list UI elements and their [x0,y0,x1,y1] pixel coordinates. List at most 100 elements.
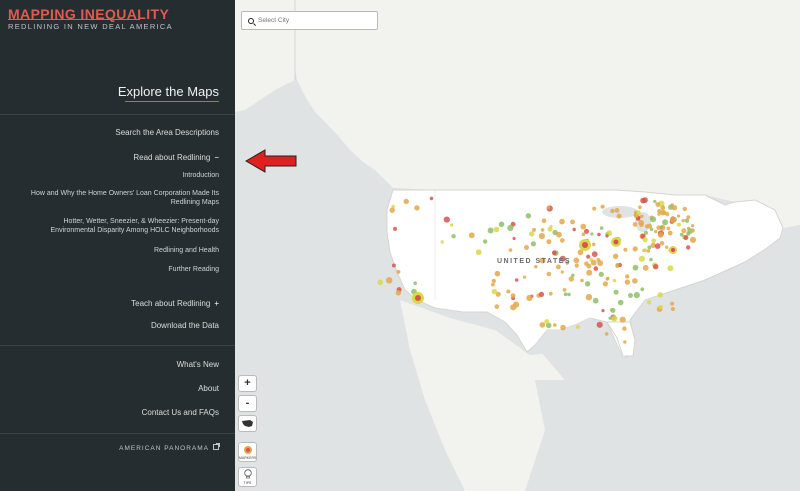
city-marker[interactable] [596,258,601,262]
city-marker[interactable] [413,281,417,286]
city-marker[interactable] [617,299,624,306]
tips-button[interactable]: TIPS [238,467,257,487]
city-marker[interactable] [574,263,579,268]
city-marker[interactable] [553,323,557,327]
city-marker[interactable] [507,224,514,231]
city-marker[interactable] [619,316,626,323]
city-search-input[interactable] [258,17,368,24]
collapse-icon[interactable]: − [214,153,219,162]
city-marker[interactable] [632,264,639,271]
city-marker[interactable] [638,219,644,226]
city-marker[interactable] [612,253,619,259]
city-marker[interactable] [530,241,536,247]
city-marker[interactable] [684,218,690,223]
city-marker[interactable] [666,226,671,231]
city-marker[interactable] [391,263,396,268]
city-marker[interactable] [591,251,598,258]
city-marker[interactable] [563,292,568,297]
teach-about-redlining-link[interactable]: Teach about Redlining + [131,299,219,308]
city-marker[interactable] [655,202,661,207]
city-marker[interactable] [538,291,545,297]
city-marker[interactable] [580,278,584,283]
city-marker[interactable] [540,228,545,232]
city-marker[interactable] [686,231,691,236]
city-marker[interactable] [689,236,697,243]
city-marker[interactable] [657,232,664,238]
city-marker[interactable] [662,219,669,226]
city-marker[interactable] [646,249,651,253]
city-marker[interactable] [632,278,638,284]
city-marker[interactable] [493,226,500,233]
city-marker[interactable] [572,227,576,232]
city-marker[interactable] [601,309,605,313]
city-marker[interactable] [559,218,565,225]
city-marker[interactable] [676,222,681,227]
city-marker[interactable] [524,245,529,250]
sidebar-subitem-holc-maps[interactable]: How and Why the Home Owners' Loan Corpor… [31,189,219,207]
whats-new-link[interactable]: What's New [177,360,219,369]
city-marker[interactable] [640,214,644,219]
city-marker[interactable] [443,216,450,223]
city-marker[interactable] [498,221,505,228]
city-marker[interactable] [659,240,665,246]
city-marker[interactable] [670,216,676,223]
city-marker[interactable] [605,234,609,238]
city-marker[interactable] [647,223,653,229]
city-marker[interactable] [475,249,482,256]
city-marker[interactable] [642,264,649,271]
city-marker[interactable] [591,242,596,247]
city-marker[interactable] [483,239,488,244]
city-marker[interactable] [592,297,599,304]
city-marker[interactable] [590,232,594,236]
city-marker[interactable] [414,205,420,211]
city-marker[interactable] [551,250,557,256]
city-marker[interactable] [610,208,615,214]
city-marker[interactable] [546,239,552,245]
city-marker[interactable] [494,270,501,277]
city-marker[interactable] [523,275,527,279]
city-marker[interactable] [615,263,620,267]
city-marker[interactable] [667,265,674,272]
city-marker[interactable] [599,226,604,230]
city-marker[interactable] [544,319,550,325]
map-canvas[interactable] [235,0,800,491]
city-marker[interactable] [541,218,547,223]
city-marker[interactable] [593,266,599,271]
city-marker[interactable] [642,237,648,243]
city-marker[interactable] [632,222,638,227]
city-marker[interactable] [514,278,519,282]
city-marker[interactable] [653,199,657,204]
city-marker[interactable] [647,245,652,250]
city-marker[interactable] [506,289,511,294]
city-marker[interactable] [638,255,645,262]
city-marker[interactable] [681,218,685,223]
city-marker[interactable] [647,300,652,305]
city-marker[interactable] [602,281,608,287]
city-marker[interactable] [429,196,434,201]
city-marker[interactable] [451,234,456,239]
city-marker[interactable] [539,322,546,328]
search-area-descriptions-link[interactable]: Search the Area Descriptions [115,128,219,137]
about-link[interactable]: About [198,384,219,393]
city-marker[interactable] [586,269,593,276]
sidebar-subitem-further-reading[interactable]: Further Reading [168,265,219,274]
sidebar-subitem-introduction[interactable]: Introduction [182,171,219,180]
city-marker[interactable] [585,294,593,301]
city-marker[interactable] [386,277,393,284]
city-marker[interactable] [611,315,618,322]
city-marker[interactable] [389,207,395,213]
city-marker[interactable] [403,198,409,205]
city-marker[interactable] [547,226,553,232]
download-data-link[interactable]: Download the Data [151,321,219,330]
city-marker[interactable] [614,208,620,213]
city-marker[interactable] [393,226,397,231]
city-marker[interactable] [546,205,551,210]
zoom-in-button[interactable]: + [238,375,257,392]
city-marker[interactable] [567,292,571,297]
city-marker[interactable] [657,212,661,216]
city-marker[interactable] [660,209,666,216]
city-marker[interactable] [604,332,609,336]
sidebar-subitem-environmental-disparity[interactable]: Hotter, Wetter, Sneezier, & Wheezier: Pr… [51,217,219,235]
city-marker[interactable] [586,263,592,269]
city-marker[interactable] [653,264,659,270]
